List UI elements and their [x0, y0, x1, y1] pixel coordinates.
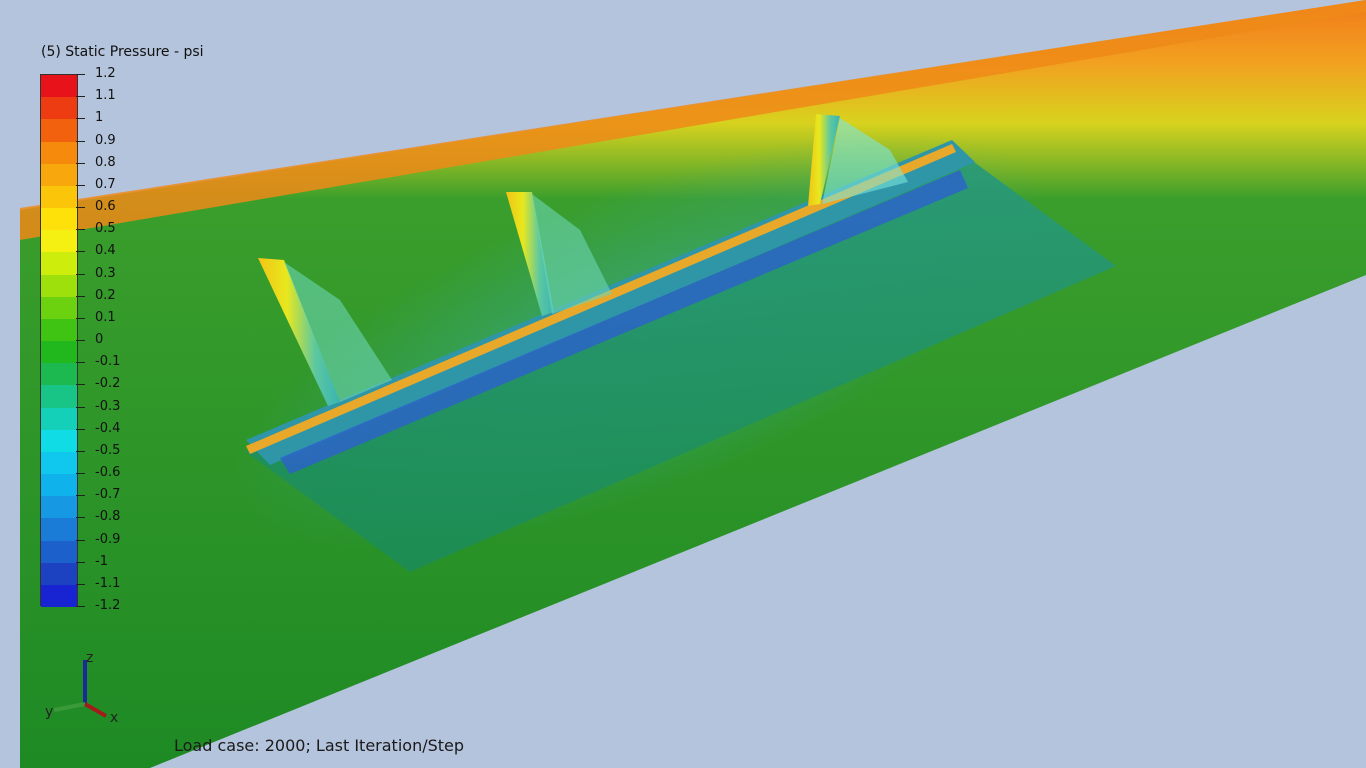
legend-tick-mark: [76, 583, 85, 585]
legend-tick-mark: [76, 96, 85, 98]
legend-tick-mark: [76, 340, 85, 341]
legend-tick-mark: [76, 473, 85, 474]
legend-swatch: [41, 296, 77, 320]
legend-tick-mark: [76, 162, 85, 164]
legend-tick-label: -1.1: [95, 575, 121, 591]
legend-tick-label: -0.5: [95, 442, 121, 458]
legend-tick-label: 1: [95, 110, 104, 126]
legend-swatch: [41, 540, 77, 564]
legend-tick-label: 0.6: [95, 199, 116, 214]
legend-tick-label: 1.2: [95, 66, 116, 81]
legend-tick-label: 0.3: [95, 265, 116, 281]
legend-swatch: [41, 363, 77, 386]
legend-tick-mark: [76, 273, 85, 275]
legend-tick-label: 0.2: [95, 287, 116, 303]
legend-swatch: [41, 496, 77, 519]
legend-tick-label: 1.1: [95, 88, 116, 104]
legend-tick-mark: [76, 295, 85, 297]
x-axis-label: x: [110, 710, 118, 726]
legend-swatch: [41, 163, 77, 187]
legend-tick-mark: [76, 118, 85, 120]
legend-swatch: [41, 185, 77, 209]
legend-tick-mark: [76, 251, 85, 253]
legend-swatch: [41, 274, 77, 298]
legend-swatch: [41, 385, 77, 408]
legend-tick-mark: [76, 74, 85, 75]
legend-swatch: [41, 341, 77, 364]
legend-tick-label: 0.7: [95, 176, 116, 192]
legend-swatch: [41, 562, 77, 586]
legend-tick-label: 0.4: [95, 243, 116, 259]
legend-tick-mark: [76, 384, 85, 386]
legend-swatch: [41, 230, 77, 253]
legend-tick-label: 0: [95, 332, 104, 347]
legend-title: (5) Static Pressure - psi: [41, 44, 204, 60]
legend-tick-mark: [76, 517, 85, 519]
x-axis-arrow: [84, 702, 107, 718]
legend-tick-label: 0.1: [95, 309, 116, 325]
legend-tick-mark: [76, 606, 85, 607]
legend-swatch: [41, 518, 77, 541]
legend-swatch: [41, 252, 77, 275]
legend-tick-mark: [76, 495, 85, 497]
legend-tick-mark: [76, 450, 85, 452]
axis-triad: z y x: [45, 650, 118, 726]
load-case-status: Load case: 2000; Last Iteration/Step: [174, 736, 465, 755]
y-axis-arrow: [53, 702, 86, 712]
cfd-pressure-contour-view[interactable]: [0, 0, 1366, 768]
legend-tick-mark: [76, 539, 85, 541]
legend-tick-label: -0.1: [95, 354, 121, 370]
legend-swatch: [41, 75, 77, 98]
legend-swatch: [41, 407, 77, 431]
legend-tick-label: -0.4: [95, 420, 121, 436]
legend-swatch: [41, 119, 77, 142]
legend-tick-label: -0.7: [95, 487, 121, 503]
legend-tick-label: -0.9: [95, 531, 121, 547]
legend-tick-mark: [76, 428, 85, 430]
legend-tick-label: -0.3: [95, 398, 121, 414]
legend-swatch: [41, 141, 77, 165]
legend-tick-label: -1: [95, 553, 108, 569]
legend-tick-mark: [76, 207, 85, 208]
legend-tick-mark: [76, 229, 85, 231]
legend-tick-label: 0.5: [95, 221, 116, 237]
y-axis-label: y: [45, 704, 53, 720]
legend-swatch: [41, 208, 77, 231]
legend-swatch: [41, 474, 77, 497]
legend-tick-mark: [76, 561, 85, 563]
legend-tick-label: 0.8: [95, 154, 116, 170]
z-axis-label: z: [86, 650, 93, 666]
legend-tick-label: -1.2: [95, 598, 121, 613]
legend-swatch: [41, 318, 77, 342]
legend-tick-label: -0.2: [95, 376, 121, 392]
legend-tick-mark: [76, 184, 85, 186]
legend-tick-mark: [76, 140, 85, 142]
legend-color-bar: [40, 74, 78, 608]
legend-tick-mark: [76, 362, 85, 364]
legend-swatch: [41, 97, 77, 120]
legend-tick-mark: [76, 406, 85, 408]
legend-tick-label: -0.8: [95, 509, 121, 525]
legend-tick-mark: [76, 317, 85, 319]
legend-tick-label: 0.9: [95, 132, 116, 148]
legend-tick-label: -0.6: [95, 465, 121, 480]
legend-swatch: [41, 451, 77, 475]
legend-swatch: [41, 584, 77, 608]
legend-swatch: [41, 429, 77, 453]
